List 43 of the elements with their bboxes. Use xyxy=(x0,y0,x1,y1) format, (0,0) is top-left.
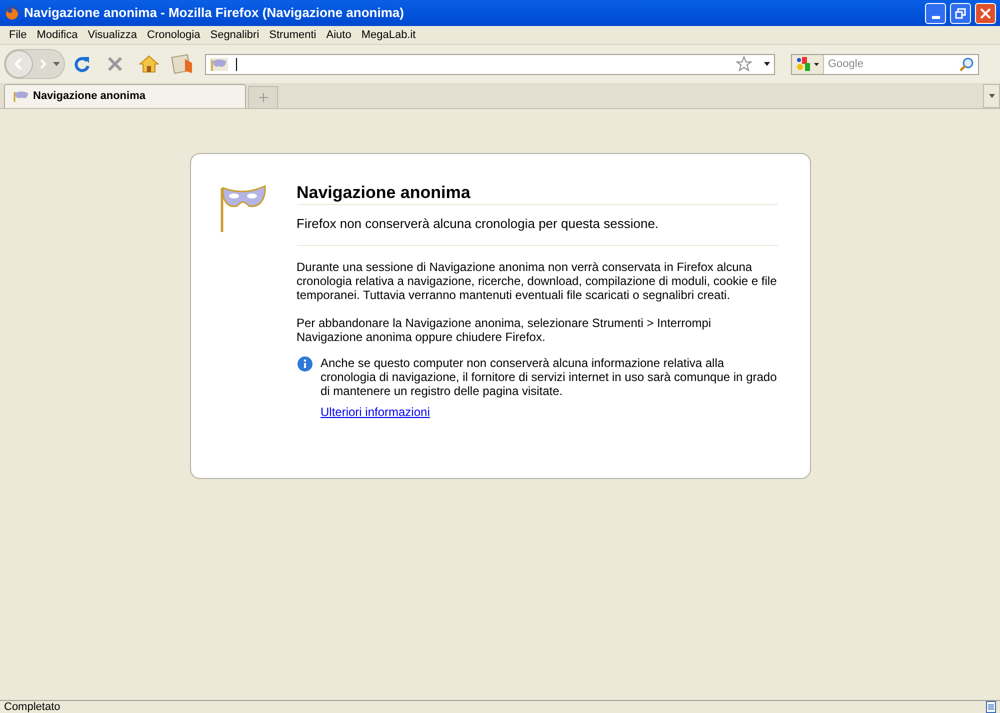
mask-icon xyxy=(210,58,228,70)
minimize-icon xyxy=(932,16,940,18)
menu-item[interactable]: Segnalibri xyxy=(205,26,264,44)
browser-tab[interactable]: Navigazione anonima xyxy=(4,84,246,108)
search-field[interactable]: Google xyxy=(791,54,979,74)
page-icon xyxy=(986,701,996,713)
menu-item[interactable]: Strumenti xyxy=(264,26,322,44)
menu-item[interactable]: File xyxy=(4,26,32,44)
close-icon xyxy=(980,8,991,18)
menu-item[interactable]: Cronologia xyxy=(142,26,206,44)
browser-logo-icon xyxy=(4,5,20,21)
info-text: Anche se questo computer non conserverà alcuna informazione relativa alla cronologia di navigazione, il fornitore di servizi internet in uso sarà comunque in grado di mantenere un registro delle pagina visitate. xyxy=(320,356,778,398)
menu-item[interactable]: MegaLab.it xyxy=(356,26,421,44)
search-engine-icon xyxy=(796,56,812,72)
menu-item[interactable]: Visualizza xyxy=(82,26,142,44)
stop-icon[interactable] xyxy=(107,56,123,72)
info-icon xyxy=(296,356,312,372)
menu-item[interactable]: Aiuto xyxy=(321,26,356,44)
restore-button[interactable] xyxy=(950,2,971,24)
paragraph: Per abbandonare la Navigazione anonima, selezionare Strumenti > Interrompi Navigazione anonima oppure chiudere Firefox. xyxy=(296,316,712,344)
search-input[interactable]: Google xyxy=(824,54,959,74)
close-button[interactable] xyxy=(975,2,996,24)
page-subtitle: Firefox non conserverà alcuna cronologia per questa sessione. xyxy=(296,205,778,246)
paragraph: Durante una sessione di Navigazione anonima non verrà conservata in Firefox alcuna cronologia relativa a navigazione, ricerche, download, compilazione di moduli, cookie e file temporanei. Tuttavia verranno mantenuti eventuali file scaricati o segnalibri creati. xyxy=(296,260,778,302)
dropdown-caret-icon[interactable] xyxy=(764,62,770,66)
menu-item[interactable]: Modifica xyxy=(32,26,83,44)
tab-list-button[interactable] xyxy=(983,84,1000,108)
plus-icon xyxy=(258,93,268,102)
minimize-button[interactable] xyxy=(925,2,946,24)
dropdown-caret-icon xyxy=(814,62,819,66)
reload-icon[interactable] xyxy=(73,55,91,73)
mask-icon xyxy=(13,91,29,102)
home-icon[interactable] xyxy=(139,55,159,73)
bookmark-star-icon[interactable] xyxy=(736,56,752,72)
restore-icon xyxy=(955,8,966,18)
search-icon[interactable] xyxy=(959,56,974,72)
mask-icon xyxy=(218,182,266,232)
more-info-link[interactable]: Ulteriori informazioni xyxy=(320,405,430,419)
window-title: Navigazione anonima - Mozilla Firefox (Navigazione anonima) xyxy=(24,4,405,22)
caret-icon xyxy=(988,94,994,98)
page-title: Navigazione anonima xyxy=(296,182,778,205)
search-engine-button[interactable] xyxy=(792,54,824,74)
status-text: Completato xyxy=(4,701,62,713)
